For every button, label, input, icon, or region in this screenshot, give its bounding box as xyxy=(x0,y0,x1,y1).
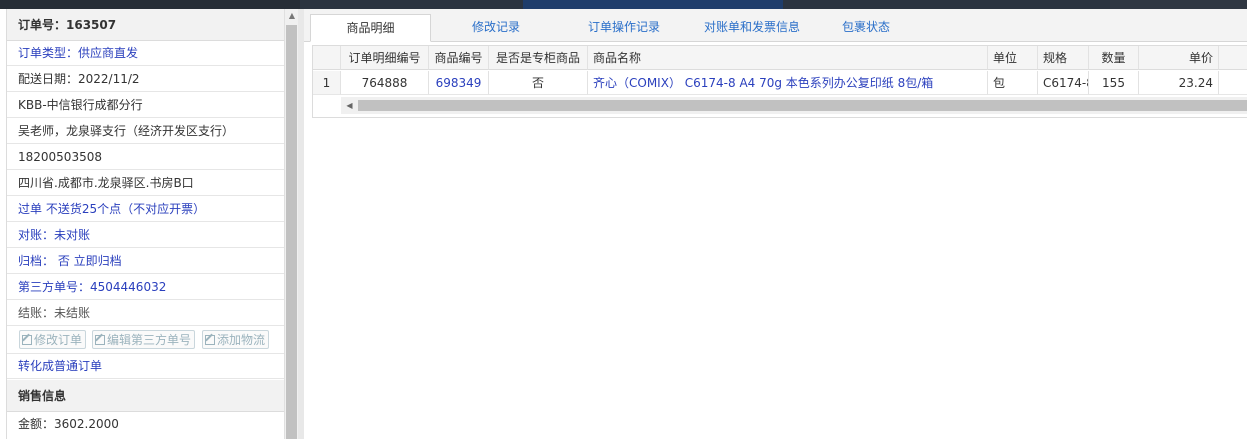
cell-unit: 包 xyxy=(988,71,1038,95)
edit-order-label: 修改订单 xyxy=(34,333,83,347)
edit-icon xyxy=(22,335,32,345)
delivery-address: 四川省.成都市.龙泉驿区.书房B口 xyxy=(7,171,285,196)
cell-filler xyxy=(1219,71,1247,95)
product-detail-table: 订单明细编号 商品编号 是否是专柜商品 商品名称 单位 规格 数量 单价 1 7… xyxy=(312,45,1247,118)
column-header-spec[interactable]: 规格 xyxy=(1038,46,1089,70)
tab-change-log[interactable]: 修改记录 xyxy=(449,14,543,41)
top-bar-segment xyxy=(0,0,300,9)
tab-statement-invoice[interactable]: 对账单和发票信息 xyxy=(687,14,817,41)
column-header-product-no[interactable]: 商品编号 xyxy=(429,46,489,70)
column-header-index xyxy=(313,46,341,70)
top-bar-active-segment xyxy=(523,0,783,9)
sales-info-section-title: 销售信息 xyxy=(7,380,285,412)
column-header-unit[interactable]: 单位 xyxy=(988,46,1038,70)
add-logistics-label: 添加物流 xyxy=(217,333,266,347)
cell-qty: 155 xyxy=(1089,71,1139,95)
top-bar xyxy=(0,0,1247,9)
scrollbar-thumb[interactable] xyxy=(358,100,1247,111)
tab-bar: 商品明细 修改记录 订单操作记录 对账单和发票信息 包裹状态 xyxy=(304,9,1247,42)
edit-order-button[interactable]: 修改订单 xyxy=(19,330,87,349)
detail-panel: 商品明细 修改记录 订单操作记录 对账单和发票信息 包裹状态 订单明细编号 商品… xyxy=(304,9,1247,439)
convert-to-normal-order-link[interactable]: 转化成普通订单 xyxy=(7,354,285,379)
cell-spec: C6174-8 xyxy=(1038,71,1089,95)
order-type: 订单类型：供应商直发 xyxy=(7,41,285,66)
contact-phone: 18200503508 xyxy=(7,145,285,170)
order-number-title: 订单号：163507 xyxy=(7,9,285,41)
column-header-qty[interactable]: 数量 xyxy=(1089,46,1139,70)
delivery-date: 配送日期：2022/11/2 xyxy=(7,67,285,92)
settlement-status: 结账：未结账 xyxy=(7,301,285,326)
table-horizontal-scrollbar[interactable]: ◀ xyxy=(341,97,1247,114)
left-panel-scrollbar[interactable]: ▲ xyxy=(284,9,299,439)
contact-person: 吴老师，龙泉驿支行（经济开发区支行） xyxy=(7,119,285,144)
cell-product-no-link[interactable]: 698349 xyxy=(429,71,489,95)
column-header-counter-item[interactable]: 是否是专柜商品 xyxy=(489,46,588,70)
edit-icon xyxy=(95,335,105,345)
row-index: 1 xyxy=(313,71,341,95)
order-info-panel: 订单号：163507 订单类型：供应商直发 配送日期：2022/11/2 KBB… xyxy=(6,9,285,439)
reconcile-status: 对账：未对账 xyxy=(7,223,285,248)
pass-order-note: 过单 不送货25个点（不对应开票） xyxy=(7,197,285,222)
edit-third-party-label: 编辑第三方单号 xyxy=(107,333,192,347)
tab-order-operation-log[interactable]: 订单操作记录 xyxy=(569,14,679,41)
edit-icon xyxy=(205,335,215,345)
column-header-detail-no[interactable]: 订单明细编号 xyxy=(341,46,429,70)
tab-package-status[interactable]: 包裹状态 xyxy=(829,14,903,41)
column-header-product-name[interactable]: 商品名称 xyxy=(588,46,988,70)
tab-product-details[interactable]: 商品明细 xyxy=(310,14,431,42)
edit-third-party-button[interactable]: 编辑第三方单号 xyxy=(92,330,196,349)
cell-price: 23.24 xyxy=(1139,71,1219,95)
third-party-order-no: 第三方单号：4504446032 xyxy=(7,275,285,300)
customer-name: KBB-中信银行成都分行 xyxy=(7,93,285,118)
add-logistics-button[interactable]: 添加物流 xyxy=(202,330,270,349)
cell-product-name-link[interactable]: 齐心（COMIX） C6174-8 A4 70g 本色系列办公复印纸 8包/箱 xyxy=(588,71,988,95)
scrollbar-thumb[interactable] xyxy=(286,25,297,439)
archive-status[interactable]: 归档： 否 立即归档 xyxy=(7,249,285,274)
cell-detail-no: 764888 xyxy=(341,71,429,95)
scroll-left-arrow-icon[interactable]: ◀ xyxy=(341,97,358,114)
column-header-filler xyxy=(1219,46,1247,70)
column-header-price[interactable]: 单价 xyxy=(1139,46,1219,70)
order-amount: 金额：3602.2000 xyxy=(18,417,119,431)
cell-counter-item: 否 xyxy=(489,71,588,95)
top-bar-segment xyxy=(1110,0,1247,9)
action-button-row: 修改订单 编辑第三方单号 添加物流 xyxy=(7,327,285,354)
scroll-up-arrow-icon[interactable]: ▲ xyxy=(285,9,299,23)
